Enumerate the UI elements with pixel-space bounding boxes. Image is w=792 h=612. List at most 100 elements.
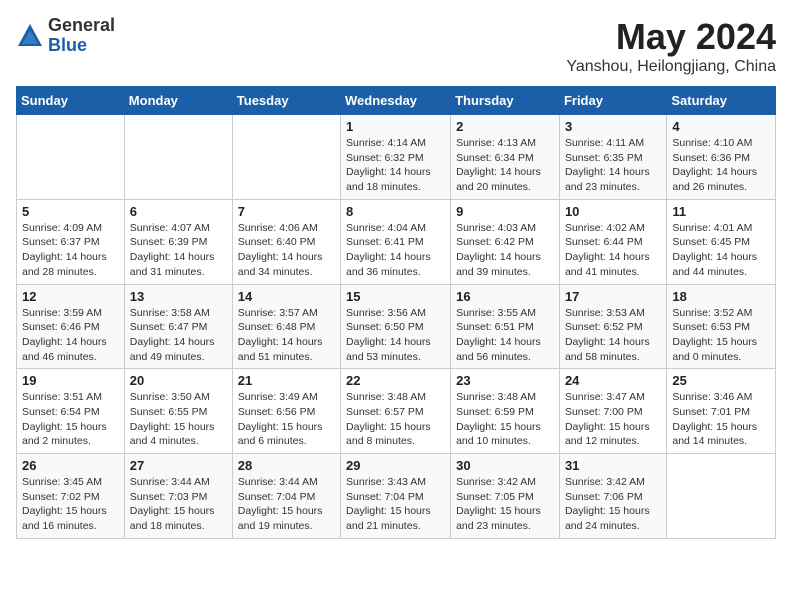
weekday-header: Monday xyxy=(124,87,232,115)
calendar-cell: 19 Sunrise: 3:51 AMSunset: 6:54 PMDayligh… xyxy=(17,369,125,454)
day-info: Sunrise: 4:06 AMSunset: 6:40 PMDaylight:… xyxy=(238,221,335,280)
day-number: 24 xyxy=(565,373,661,388)
calendar-cell: 16 Sunrise: 3:55 AMSunset: 6:51 PMDayligh… xyxy=(451,284,560,369)
title-month: May 2024 xyxy=(566,16,776,58)
day-info: Sunrise: 4:11 AMSunset: 6:35 PMDaylight:… xyxy=(565,136,661,195)
calendar-cell: 25 Sunrise: 3:46 AMSunset: 7:01 PMDayligh… xyxy=(667,369,776,454)
day-info: Sunrise: 4:09 AMSunset: 6:37 PMDaylight:… xyxy=(22,221,119,280)
day-info: Sunrise: 3:47 AMSunset: 7:00 PMDaylight:… xyxy=(565,390,661,449)
day-info: Sunrise: 3:42 AMSunset: 7:06 PMDaylight:… xyxy=(565,475,661,534)
weekday-header: Wednesday xyxy=(341,87,451,115)
day-number: 25 xyxy=(672,373,770,388)
calendar-week-row: 5 Sunrise: 4:09 AMSunset: 6:37 PMDaylight… xyxy=(17,199,776,284)
weekday-header: Thursday xyxy=(451,87,560,115)
day-info: Sunrise: 3:55 AMSunset: 6:51 PMDaylight:… xyxy=(456,306,554,365)
day-info: Sunrise: 3:44 AMSunset: 7:03 PMDaylight:… xyxy=(130,475,227,534)
title-block: May 2024 Yanshou, Heilongjiang, China xyxy=(566,16,776,76)
calendar-cell: 27Sunrise: 3:44 AMSunset: 7:03 PMDayligh… xyxy=(124,454,232,539)
day-number: 20 xyxy=(130,373,227,388)
calendar-week-row: 12 Sunrise: 3:59 AMSunset: 6:46 PMDayligh… xyxy=(17,284,776,369)
day-number: 5 xyxy=(22,204,119,219)
day-number: 30 xyxy=(456,458,554,473)
logo-icon xyxy=(16,22,44,50)
day-info: Sunrise: 3:51 AMSunset: 6:54 PMDaylight:… xyxy=(22,390,119,449)
day-number: 23 xyxy=(456,373,554,388)
calendar-cell: 7 Sunrise: 4:06 AMSunset: 6:40 PMDaylight… xyxy=(232,199,340,284)
calendar-cell: 26Sunrise: 3:45 AMSunset: 7:02 PMDayligh… xyxy=(17,454,125,539)
day-info: Sunrise: 3:56 AMSunset: 6:50 PMDaylight:… xyxy=(346,306,445,365)
calendar-cell: 28Sunrise: 3:44 AMSunset: 7:04 PMDayligh… xyxy=(232,454,340,539)
day-number: 3 xyxy=(565,119,661,134)
day-number: 11 xyxy=(672,204,770,219)
calendar-week-row: 26Sunrise: 3:45 AMSunset: 7:02 PMDayligh… xyxy=(17,454,776,539)
calendar-cell: 30 Sunrise: 3:42 AMSunset: 7:05 PMDayligh… xyxy=(451,454,560,539)
calendar-cell: 13 Sunrise: 3:58 AMSunset: 6:47 PMDayligh… xyxy=(124,284,232,369)
calendar-cell: 15 Sunrise: 3:56 AMSunset: 6:50 PMDayligh… xyxy=(341,284,451,369)
day-number: 31 xyxy=(565,458,661,473)
day-info: Sunrise: 3:43 AMSunset: 7:04 PMDaylight:… xyxy=(346,475,445,534)
day-info: Sunrise: 3:53 AMSunset: 6:52 PMDaylight:… xyxy=(565,306,661,365)
weekday-header: Friday xyxy=(559,87,666,115)
day-number: 7 xyxy=(238,204,335,219)
logo: General Blue xyxy=(16,16,115,56)
day-info: Sunrise: 3:45 AMSunset: 7:02 PMDaylight:… xyxy=(22,475,119,534)
day-number: 14 xyxy=(238,289,335,304)
day-number: 17 xyxy=(565,289,661,304)
calendar-cell xyxy=(17,115,125,200)
calendar-table: SundayMondayTuesdayWednesdayThursdayFrid… xyxy=(16,86,776,539)
day-number: 22 xyxy=(346,373,445,388)
day-info: Sunrise: 3:58 AMSunset: 6:47 PMDaylight:… xyxy=(130,306,227,365)
calendar-week-row: 1 Sunrise: 4:14 AMSunset: 6:32 PMDaylight… xyxy=(17,115,776,200)
day-info: Sunrise: 3:44 AMSunset: 7:04 PMDaylight:… xyxy=(238,475,335,534)
calendar-cell: 6 Sunrise: 4:07 AMSunset: 6:39 PMDaylight… xyxy=(124,199,232,284)
day-number: 29 xyxy=(346,458,445,473)
day-info: Sunrise: 3:42 AMSunset: 7:05 PMDaylight:… xyxy=(456,475,554,534)
day-number: 13 xyxy=(130,289,227,304)
day-number: 9 xyxy=(456,204,554,219)
day-number: 16 xyxy=(456,289,554,304)
day-number: 1 xyxy=(346,119,445,134)
calendar-cell: 29 Sunrise: 3:43 AMSunset: 7:04 PMDayligh… xyxy=(341,454,451,539)
calendar-cell: 4 Sunrise: 4:10 AMSunset: 6:36 PMDaylight… xyxy=(667,115,776,200)
calendar-cell xyxy=(124,115,232,200)
weekday-header-row: SundayMondayTuesdayWednesdayThursdayFrid… xyxy=(17,87,776,115)
calendar-cell: 1 Sunrise: 4:14 AMSunset: 6:32 PMDaylight… xyxy=(341,115,451,200)
calendar-cell xyxy=(232,115,340,200)
day-number: 4 xyxy=(672,119,770,134)
calendar-cell: 21Sunrise: 3:49 AMSunset: 6:56 PMDayligh… xyxy=(232,369,340,454)
day-number: 18 xyxy=(672,289,770,304)
day-info: Sunrise: 3:50 AMSunset: 6:55 PMDaylight:… xyxy=(130,390,227,449)
day-number: 15 xyxy=(346,289,445,304)
weekday-header: Saturday xyxy=(667,87,776,115)
title-location: Yanshou, Heilongjiang, China xyxy=(566,58,776,76)
calendar-cell: 20 Sunrise: 3:50 AMSunset: 6:55 PMDayligh… xyxy=(124,369,232,454)
calendar-cell: 31 Sunrise: 3:42 AMSunset: 7:06 PMDayligh… xyxy=(559,454,666,539)
day-number: 6 xyxy=(130,204,227,219)
day-info: Sunrise: 4:13 AMSunset: 6:34 PMDaylight:… xyxy=(456,136,554,195)
calendar-cell xyxy=(667,454,776,539)
day-number: 19 xyxy=(22,373,119,388)
day-number: 8 xyxy=(346,204,445,219)
day-info: Sunrise: 3:46 AMSunset: 7:01 PMDaylight:… xyxy=(672,390,770,449)
calendar-cell: 8Sunrise: 4:04 AMSunset: 6:41 PMDaylight… xyxy=(341,199,451,284)
day-info: Sunrise: 4:01 AMSunset: 6:45 PMDaylight:… xyxy=(672,221,770,280)
calendar-cell: 2 Sunrise: 4:13 AMSunset: 6:34 PMDaylight… xyxy=(451,115,560,200)
calendar-cell: 23 Sunrise: 3:48 AMSunset: 6:59 PMDayligh… xyxy=(451,369,560,454)
day-info: Sunrise: 3:48 AMSunset: 6:59 PMDaylight:… xyxy=(456,390,554,449)
calendar-cell: 12 Sunrise: 3:59 AMSunset: 6:46 PMDayligh… xyxy=(17,284,125,369)
day-info: Sunrise: 3:59 AMSunset: 6:46 PMDaylight:… xyxy=(22,306,119,365)
weekday-header: Tuesday xyxy=(232,87,340,115)
day-number: 12 xyxy=(22,289,119,304)
calendar-cell: 24 Sunrise: 3:47 AMSunset: 7:00 PMDayligh… xyxy=(559,369,666,454)
calendar-cell: 14Sunrise: 3:57 AMSunset: 6:48 PMDayligh… xyxy=(232,284,340,369)
day-info: Sunrise: 4:14 AMSunset: 6:32 PMDaylight:… xyxy=(346,136,445,195)
day-number: 2 xyxy=(456,119,554,134)
day-info: Sunrise: 3:48 AMSunset: 6:57 PMDaylight:… xyxy=(346,390,445,449)
weekday-header: Sunday xyxy=(17,87,125,115)
calendar-cell: 11 Sunrise: 4:01 AMSunset: 6:45 PMDayligh… xyxy=(667,199,776,284)
calendar-cell: 22 Sunrise: 3:48 AMSunset: 6:57 PMDayligh… xyxy=(341,369,451,454)
calendar-cell: 10Sunrise: 4:02 AMSunset: 6:44 PMDayligh… xyxy=(559,199,666,284)
day-info: Sunrise: 4:10 AMSunset: 6:36 PMDaylight:… xyxy=(672,136,770,195)
day-info: Sunrise: 4:07 AMSunset: 6:39 PMDaylight:… xyxy=(130,221,227,280)
day-info: Sunrise: 4:03 AMSunset: 6:42 PMDaylight:… xyxy=(456,221,554,280)
